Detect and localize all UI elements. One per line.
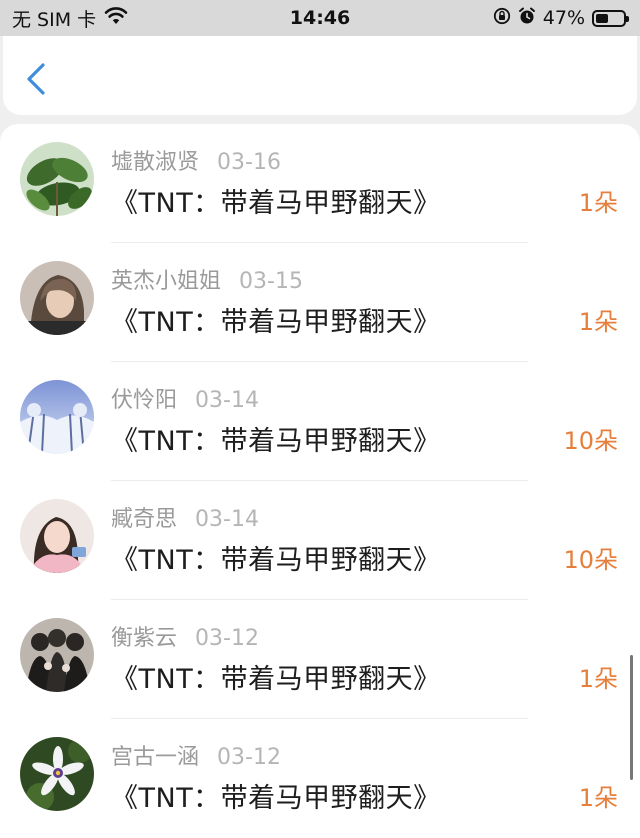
sender-name: 臧奇思 03-14 [111, 501, 259, 533]
avatar [20, 380, 94, 454]
nav-bar [3, 36, 637, 115]
alarm-icon [518, 7, 536, 30]
status-bar: 无 SIM 卡 14:46 47% [0, 0, 640, 36]
name-text: 墟散淑贤 [111, 150, 200, 175]
name-text: 臧奇思 [111, 507, 178, 532]
gift-count: 1朵 [578, 308, 618, 336]
name-text: 英杰小姐姐 [111, 269, 222, 294]
gift-count: 1朵 [578, 665, 618, 693]
name-text: 衡紫云 [111, 626, 178, 651]
gift-date: 03-12 [217, 745, 281, 770]
list-item[interactable]: 衡紫云 03-12 《TNT：带着马甲野翻天》 1朵 [0, 600, 640, 719]
list-item[interactable]: 墟散淑贤 03-16 《TNT：带着马甲野翻天》 1朵 [0, 124, 640, 243]
list-item[interactable]: 伏怜阳 03-14 《TNT：带着马甲野翻天》 10朵 [0, 362, 640, 481]
battery-icon [592, 9, 629, 27]
list-item[interactable]: 英杰小姐姐 03-15 《TNT：带着马甲野翻天》 1朵 [0, 243, 640, 362]
gift-date: 03-14 [195, 388, 259, 413]
status-right: 47% [493, 7, 629, 30]
carrier-label: 无 SIM 卡 [12, 8, 97, 31]
book-title: 《TNT：带着马甲野翻天》 [111, 783, 441, 814]
battery-percent: 47% [542, 7, 585, 29]
avatar [20, 737, 94, 811]
avatar [20, 618, 94, 692]
gift-date: 03-12 [195, 626, 259, 651]
list-item[interactable]: 臧奇思 03-14 《TNT：带着马甲野翻天》 10朵 [0, 481, 640, 600]
gift-list: 墟散淑贤 03-16 《TNT：带着马甲野翻天》 1朵 英杰小姐姐 03-15 《T… [0, 124, 640, 838]
battery-fill [596, 13, 609, 23]
list-item[interactable]: 宫古一涵 03-12 《TNT：带着马甲野翻天》 1朵 [0, 719, 640, 838]
gift-count: 10朵 [563, 546, 618, 574]
avatar [20, 261, 94, 335]
gift-date: 03-15 [239, 269, 303, 294]
book-title: 《TNT：带着马甲野翻天》 [111, 545, 441, 576]
sender-name: 墟散淑贤 03-16 [111, 144, 281, 176]
sender-name: 宫古一涵 03-12 [111, 739, 281, 771]
book-title: 《TNT：带着马甲野翻天》 [111, 426, 441, 457]
status-left: 无 SIM 卡 [12, 5, 128, 32]
sender-name: 英杰小姐姐 03-15 [111, 263, 303, 295]
avatar [20, 142, 94, 216]
wifi-icon [104, 6, 128, 30]
gift-count: 10朵 [563, 427, 618, 455]
book-title: 《TNT：带着马甲野翻天》 [111, 664, 441, 695]
sender-name: 伏怜阳 03-14 [111, 382, 259, 414]
sender-name: 衡紫云 03-12 [111, 620, 259, 652]
gift-date: 03-16 [217, 150, 281, 175]
name-text: 宫古一涵 [111, 745, 200, 770]
gift-date: 03-14 [195, 507, 259, 532]
name-text: 伏怜阳 [111, 388, 178, 413]
avatar [20, 499, 94, 573]
back-button[interactable] [21, 62, 51, 96]
book-title: 《TNT：带着马甲野翻天》 [111, 188, 441, 219]
gift-count: 1朵 [578, 189, 618, 217]
book-title: 《TNT：带着马甲野翻天》 [111, 307, 441, 338]
gift-count: 1朵 [578, 784, 618, 812]
chevron-left-icon [27, 63, 45, 95]
orientation-lock-icon [493, 7, 511, 30]
scrollbar[interactable] [630, 655, 633, 780]
